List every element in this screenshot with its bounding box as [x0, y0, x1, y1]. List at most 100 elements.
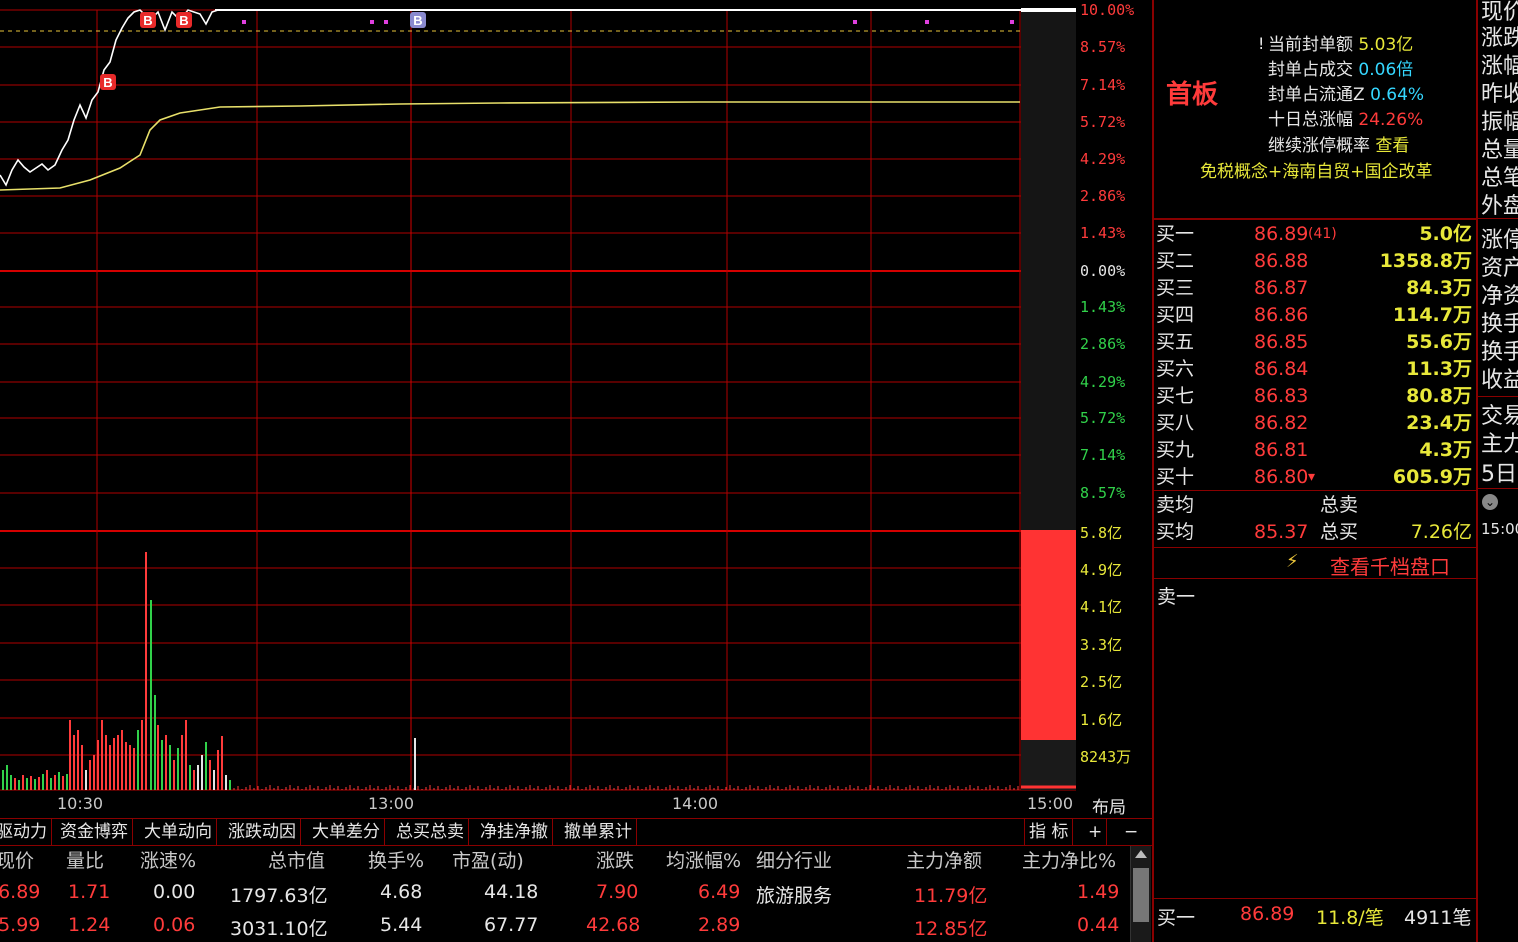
thousand-orderbook-link[interactable]: 查看千档盘口 [1330, 551, 1450, 580]
average-price-line [0, 101, 1020, 191]
bid-row[interactable]: 买二 86.88 1358.8万 [1156, 248, 1474, 275]
percent-label: 8.57% [1080, 38, 1126, 56]
bid-divider [1154, 490, 1476, 491]
signal-dot [1010, 20, 1014, 24]
col-turnover[interactable]: 换手% [368, 846, 424, 873]
info-line: 当前封单额 5.03亿 [1268, 35, 1414, 55]
signal-dot [384, 20, 388, 24]
thousand-divider [1154, 547, 1476, 548]
tab-big-diff[interactable]: 大单差分 [308, 819, 385, 845]
tab-net-hang[interactable]: 净挂净撤 [476, 819, 553, 845]
percent-label: 5.72% [1080, 113, 1126, 131]
bid-volume: 605.9万 [1392, 466, 1472, 488]
cell-main-net-ratio: 1.49 [1077, 881, 1120, 903]
volume-label: 3.3亿 [1080, 636, 1123, 654]
bid-row[interactable]: 买十 86.80 ▾ 605.9万 [1156, 464, 1474, 491]
percent-label: 1.43% [1080, 224, 1126, 242]
tab-fund-game[interactable]: 资金博弈 [56, 819, 133, 845]
bid-label: 买一 [1156, 223, 1195, 245]
bid-volume: 80.8万 [1406, 385, 1472, 407]
collapse-icon[interactable]: ⌄ [1482, 494, 1498, 510]
cell-vol-ratio: 1.24 [68, 914, 111, 936]
scroll-up-arrow[interactable] [1135, 850, 1147, 858]
cell-price: 86.89 [0, 881, 41, 903]
intraday-chart[interactable]: B B B B [0, 0, 1152, 818]
tab-change-cause[interactable]: 涨跌动因 [224, 819, 301, 845]
sell-avg-label: 卖均 [1156, 494, 1195, 516]
buy-total-value: 7.26亿 [1410, 521, 1472, 543]
col-pe[interactable]: 市盈(动) [452, 846, 524, 873]
cell-market-cap: 1797.63亿 [230, 885, 328, 907]
col-speed[interactable]: 涨速% [140, 846, 196, 873]
bid-label: 买九 [1156, 439, 1195, 461]
zoom-in-button[interactable]: + [1084, 819, 1108, 845]
cell-main-net-ratio: 0.44 [1077, 914, 1120, 936]
bid-row[interactable]: 买四 86.86 114.7万 [1156, 302, 1474, 329]
bid-label: 买六 [1156, 358, 1195, 380]
info-line[interactable]: 继续涨停概率 查看 [1268, 131, 1409, 156]
col-price[interactable]: 现价 [0, 846, 34, 873]
bid-row[interactable]: 买六 86.84 11.3万 [1156, 356, 1474, 383]
tab-cancel-total[interactable]: 撤单累计 [560, 819, 637, 845]
scroll-thumb[interactable] [1133, 868, 1149, 922]
info-line: 封单占成交 0.06倍 [1268, 60, 1414, 80]
time-14-00: 14:00 [672, 794, 719, 813]
buy-marker-label: B [413, 13, 422, 28]
table-scrollbar[interactable] [1130, 846, 1151, 942]
chart-grid [0, 8, 1076, 791]
percent-label: 7.14% [1080, 76, 1126, 94]
buy-avg-label: 买均 [1156, 521, 1195, 543]
cell-pe: 44.18 [484, 881, 539, 903]
bid-label: 买五 [1156, 331, 1195, 353]
lightning-icon: ⚡ [1286, 551, 1299, 572]
col-market-cap[interactable]: 总市值 [268, 846, 325, 873]
bid-row[interactable]: 买一 86.89 (41) 5.0亿 [1156, 221, 1474, 248]
col-vol-ratio[interactable]: 量比 [66, 846, 104, 873]
tab-total-bs[interactable]: 总买总卖 [392, 819, 469, 845]
cell-speed: 0.00 [153, 881, 196, 903]
bid-volume: 1358.8万 [1379, 250, 1472, 272]
col-main-net[interactable]: 主力净额 [906, 846, 982, 873]
bid-volume: 23.4万 [1406, 412, 1472, 434]
volume-bars [2, 552, 1019, 790]
cell-speed: 0.06 [153, 914, 196, 936]
signal-dot [370, 20, 374, 24]
tab-drive[interactable]: 驱动力 [0, 819, 52, 845]
time-15-00: 15:00 [1027, 794, 1074, 813]
col-avg-change[interactable]: 均涨幅% [666, 846, 741, 873]
volume-label: 2.5亿 [1080, 673, 1123, 691]
percent-label: 0.00% [1080, 262, 1126, 280]
auction-volume-base [1021, 740, 1076, 790]
bid-label: 买二 [1156, 250, 1195, 272]
cell-pe: 67.77 [484, 914, 539, 936]
col-main-net-ratio[interactable]: 主力净比% [1022, 846, 1116, 873]
buy-marker-label: B [143, 13, 152, 28]
volume-label: 8243万 [1080, 748, 1132, 766]
auction-volume-bar [1021, 530, 1076, 740]
layout-button[interactable]: 布局 [1092, 793, 1126, 818]
bid-row[interactable]: 买七 86.83 80.8万 [1156, 383, 1474, 410]
bid-volume: 55.6万 [1406, 331, 1472, 353]
col-industry[interactable]: 细分行业 [756, 846, 832, 873]
concept-tags[interactable]: 免税概念+海南自贸+国企改革 [1200, 157, 1433, 182]
bid-label: 买十 [1156, 466, 1195, 488]
percent-label: 2.86% [1080, 187, 1126, 205]
bid-row[interactable]: 买八 86.82 23.4万 [1156, 410, 1474, 437]
bid-row[interactable]: 买九 86.81 4.3万 [1156, 437, 1474, 464]
trade-markers: B B B B [100, 12, 1014, 90]
side-label: 收益 [1481, 368, 1518, 393]
percent-label: 4.29% [1080, 150, 1126, 168]
bid-row[interactable]: 买五 86.85 55.6万 [1156, 329, 1474, 356]
sell-avg-row: 卖均 总卖 [1156, 492, 1474, 519]
percent-label: 2.86% [1080, 335, 1126, 353]
bid-row[interactable]: 买三 86.87 84.3万 [1156, 275, 1474, 302]
tab-big-order[interactable]: 大单动向 [140, 819, 217, 845]
col-change[interactable]: 涨跌 [596, 846, 634, 873]
side-divider-1 [1478, 218, 1518, 219]
info-divider [1154, 218, 1476, 220]
cell-avg-change: 2.89 [698, 914, 741, 936]
signal-dot [925, 20, 929, 24]
zoom-out-button[interactable]: − [1120, 819, 1142, 845]
bid-price: 86.83 [1254, 385, 1309, 407]
indicator-button[interactable]: 指 标 [1024, 819, 1074, 845]
